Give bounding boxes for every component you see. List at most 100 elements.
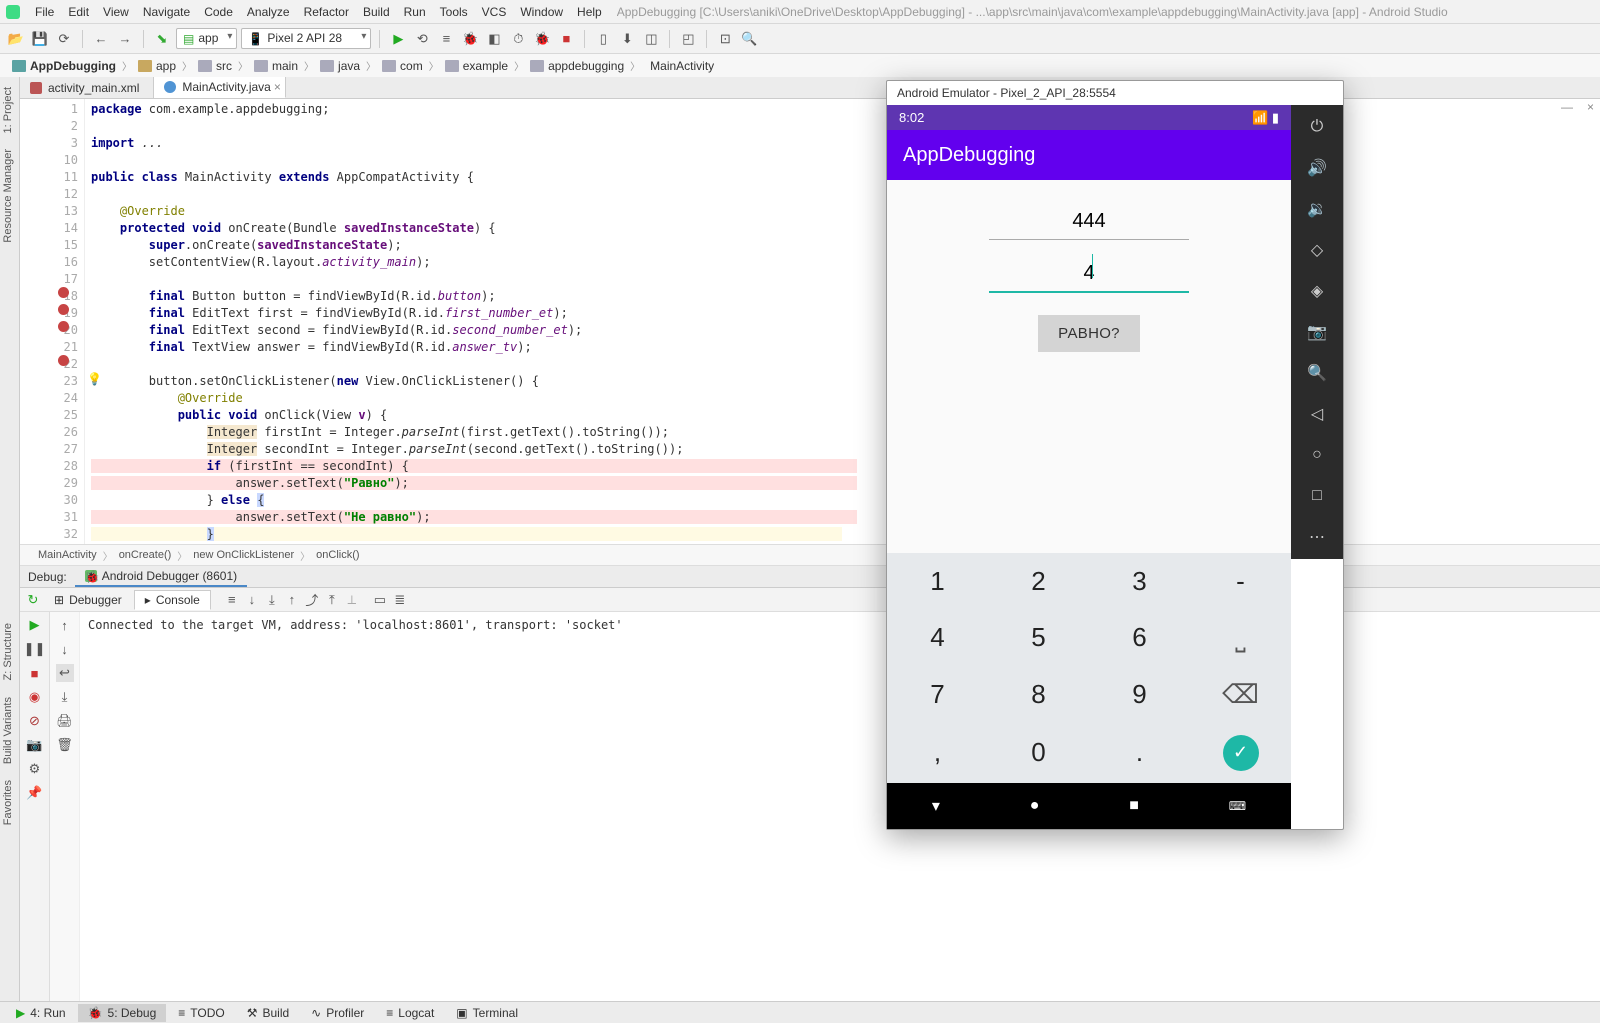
keypad-key[interactable]: - <box>1190 553 1291 609</box>
bottom-tab-build[interactable]: ⚒Build <box>237 1004 299 1022</box>
module-selector[interactable]: ▤app <box>176 28 237 49</box>
debug-icon[interactable]: 🐞 <box>460 29 480 49</box>
minimize-editor-icon[interactable]: — <box>1561 100 1573 114</box>
sidebar-structure[interactable]: Z: Structure <box>0 617 16 686</box>
run-icon[interactable]: ▶ <box>388 29 408 49</box>
crumb2-listener[interactable]: new OnClickListener <box>187 549 300 561</box>
soft-wrap-icon[interactable]: ↩ <box>56 664 74 682</box>
emu-back-icon[interactable]: ◁ <box>1304 401 1330 426</box>
nav-recent-icon[interactable]: ■ <box>1129 797 1139 815</box>
force-step-icon[interactable]: ⤓ <box>263 591 281 609</box>
emu-home-icon[interactable]: ○ <box>1304 442 1330 467</box>
crumb-com[interactable]: com <box>400 59 423 73</box>
menu-edit[interactable]: Edit <box>61 3 96 21</box>
emu-power-icon[interactable]: ⏻ <box>1304 115 1330 140</box>
make-icon[interactable]: ⬊ <box>152 29 172 49</box>
crumb2-class[interactable]: MainActivity <box>32 549 103 561</box>
crumb-src[interactable]: src <box>216 59 232 73</box>
crumb2-oncreate[interactable]: onCreate() <box>113 549 178 561</box>
emu-volume-up-icon[interactable]: 🔊 <box>1304 156 1330 181</box>
keypad-key[interactable]: , <box>887 722 988 783</box>
bottom-tab-logcat[interactable]: ≡Logcat <box>376 1004 444 1022</box>
menu-view[interactable]: View <box>96 3 136 21</box>
menu-refactor[interactable]: Refactor <box>297 3 356 21</box>
keypad-key[interactable]: 3 <box>1089 553 1190 609</box>
breakpoint-icon[interactable] <box>58 355 69 366</box>
pin-icon[interactable]: 📌 <box>26 784 44 802</box>
attach-debugger-icon[interactable]: 🐞 <box>532 29 552 49</box>
keypad-key[interactable]: 8 <box>988 666 1089 722</box>
sidebar-favorites[interactable]: Favorites <box>0 774 16 831</box>
scroll-to-end-icon[interactable]: ⤓ <box>56 688 74 706</box>
keypad-key[interactable]: 5 <box>988 609 1089 666</box>
crumb2-onclick[interactable]: onClick() <box>310 549 365 561</box>
apply-code-icon[interactable]: ≡ <box>436 29 456 49</box>
bottom-tab-run[interactable]: ▶4: Run <box>6 1004 76 1022</box>
watches-separator-icon[interactable]: ▭ <box>371 591 389 609</box>
console-subtab[interactable]: ▸Console <box>134 590 211 610</box>
up-icon[interactable]: ↑ <box>56 616 74 634</box>
breakpoint-icon[interactable] <box>58 287 69 298</box>
crumb-appdebugging[interactable]: appdebugging <box>548 59 624 73</box>
save-all-icon[interactable]: 💾 <box>30 29 50 49</box>
down-icon[interactable]: ↓ <box>56 640 74 658</box>
intention-bulb-icon[interactable]: 💡 <box>87 371 102 388</box>
sidebar-resource-manager[interactable]: Resource Manager <box>0 143 16 249</box>
keypad-key[interactable]: ⎵ <box>1190 609 1291 666</box>
code-area[interactable]: package com.example.appdebugging; import… <box>85 99 1600 544</box>
keypad-key[interactable]: 1 <box>887 553 988 609</box>
emulator-window[interactable]: Android Emulator - Pixel_2_API_28:5554 8… <box>886 80 1344 830</box>
nav-keyboard-icon[interactable]: ⌨ <box>1229 799 1246 813</box>
avd-icon[interactable]: ▯ <box>593 29 613 49</box>
sidebar-build-variants[interactable]: Build Variants <box>0 691 16 770</box>
coverage-icon[interactable]: ◧ <box>484 29 504 49</box>
emu-overview-icon[interactable]: □ <box>1304 483 1330 508</box>
run-to-cursor-icon[interactable]: ⤒ <box>323 591 341 609</box>
menu-build[interactable]: Build <box>356 3 397 21</box>
debug-config-tab[interactable]: 🐞Android Debugger (8601) <box>75 567 247 587</box>
emu-volume-down-icon[interactable]: 🔉 <box>1304 197 1330 222</box>
keypad-key[interactable]: 0 <box>988 722 1089 783</box>
step-over-icon[interactable]: ≡ <box>223 591 241 609</box>
crumb-example[interactable]: example <box>463 59 508 73</box>
emu-screenshot-icon[interactable]: 📷 <box>1304 320 1330 345</box>
resource-manager-icon[interactable]: ◫ <box>641 29 661 49</box>
stop-icon[interactable]: ■ <box>556 29 576 49</box>
step-into-icon[interactable]: ↓ <box>243 591 261 609</box>
menu-vcs[interactable]: VCS <box>475 3 514 21</box>
compare-button[interactable]: РАВНО? <box>1038 315 1140 352</box>
keypad-key[interactable]: 7 <box>887 666 988 722</box>
breakpoint-icon[interactable] <box>58 321 69 332</box>
sync-icon[interactable]: ⟳ <box>54 29 74 49</box>
layout-inspector-icon[interactable]: ◰ <box>678 29 698 49</box>
back-icon[interactable]: ← <box>91 29 111 49</box>
sidebar-project[interactable]: 1: Project <box>0 81 16 139</box>
nav-home-icon[interactable]: ● <box>1030 797 1040 815</box>
menu-navigate[interactable]: Navigate <box>136 3 197 21</box>
menu-help[interactable]: Help <box>570 3 609 21</box>
pause-icon[interactable]: ❚❚ <box>26 640 44 658</box>
emu-rotate-left-icon[interactable]: ◇ <box>1304 238 1330 263</box>
open-icon[interactable]: 📂 <box>6 29 26 49</box>
profile-icon[interactable]: ⏱ <box>508 29 528 49</box>
keypad-key[interactable]: . <box>1089 722 1190 783</box>
keypad-key[interactable]: 4 <box>887 609 988 666</box>
emu-zoom-icon[interactable]: 🔍 <box>1304 360 1330 385</box>
clear-icon[interactable]: 🗑 <box>56 736 74 754</box>
keypad-key[interactable]: ⌫ <box>1190 666 1291 722</box>
mute-breakpoints-icon[interactable]: ⊘ <box>26 712 44 730</box>
menu-tools[interactable]: Tools <box>433 3 475 21</box>
bottom-tab-todo[interactable]: ≡TODO <box>168 1004 234 1022</box>
project-structure-icon[interactable]: ⊡ <box>715 29 735 49</box>
layout-icon[interactable]: ≣ <box>391 591 409 609</box>
forward-icon[interactable]: → <box>115 29 135 49</box>
keypad-key[interactable]: 2 <box>988 553 1089 609</box>
nav-back-icon[interactable]: ▾ <box>932 796 940 816</box>
bottom-tab-terminal[interactable]: ▣Terminal <box>446 1004 528 1022</box>
emu-rotate-right-icon[interactable]: ◈ <box>1304 279 1330 304</box>
settings-icon[interactable]: ⚙ <box>26 760 44 778</box>
bottom-tab-debug[interactable]: 🐞5: Debug <box>78 1004 167 1022</box>
crumb-class[interactable]: MainActivity <box>650 59 714 73</box>
sdk-icon[interactable]: ⬇ <box>617 29 637 49</box>
menu-file[interactable]: File <box>28 3 61 21</box>
